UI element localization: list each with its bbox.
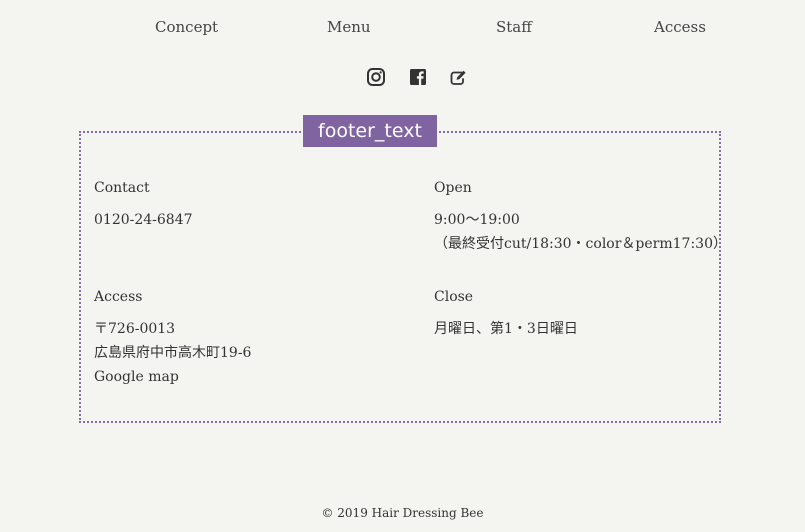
open-hours: 9:00～19:00	[434, 212, 520, 228]
nav-menu[interactable]: Menu	[327, 18, 371, 36]
access-section: Access 〒726-0013 広島県府中市高木町19-6 Google ma…	[94, 287, 251, 389]
contact-heading: Contact	[94, 180, 150, 196]
nav-access[interactable]: Access	[654, 18, 706, 36]
open-note: （最終受付cut/18:30・color＆perm17:30）	[434, 236, 727, 252]
open-section: Open 9:00～19:00 （最終受付cut/18:30・color＆per…	[434, 178, 727, 256]
contact-phone: 0120-24-6847	[94, 212, 193, 228]
access-address: 広島県府中市高木町19-6	[94, 345, 252, 361]
nav-staff[interactable]: Staff	[496, 18, 532, 36]
copyright: © 2019 Hair Dressing Bee	[321, 506, 484, 520]
access-heading: Access	[94, 289, 143, 305]
top-nav: Concept Menu Staff Access	[0, 18, 805, 40]
blog-edit-icon[interactable]	[448, 67, 468, 87]
nav-concept[interactable]: Concept	[155, 18, 218, 36]
annotation-label: footer_text	[303, 115, 437, 147]
close-heading: Close	[434, 289, 474, 305]
google-map-link[interactable]: Google map	[94, 369, 179, 385]
contact-section: Contact 0120-24-6847	[94, 178, 193, 232]
close-days: 月曜日、第1・3日曜日	[434, 321, 578, 337]
open-heading: Open	[434, 180, 472, 196]
close-section: Close 月曜日、第1・3日曜日	[434, 287, 578, 341]
facebook-icon[interactable]	[408, 67, 428, 87]
social-links	[0, 67, 805, 89]
access-postal: 〒726-0013	[94, 321, 176, 337]
instagram-icon[interactable]	[366, 67, 386, 87]
